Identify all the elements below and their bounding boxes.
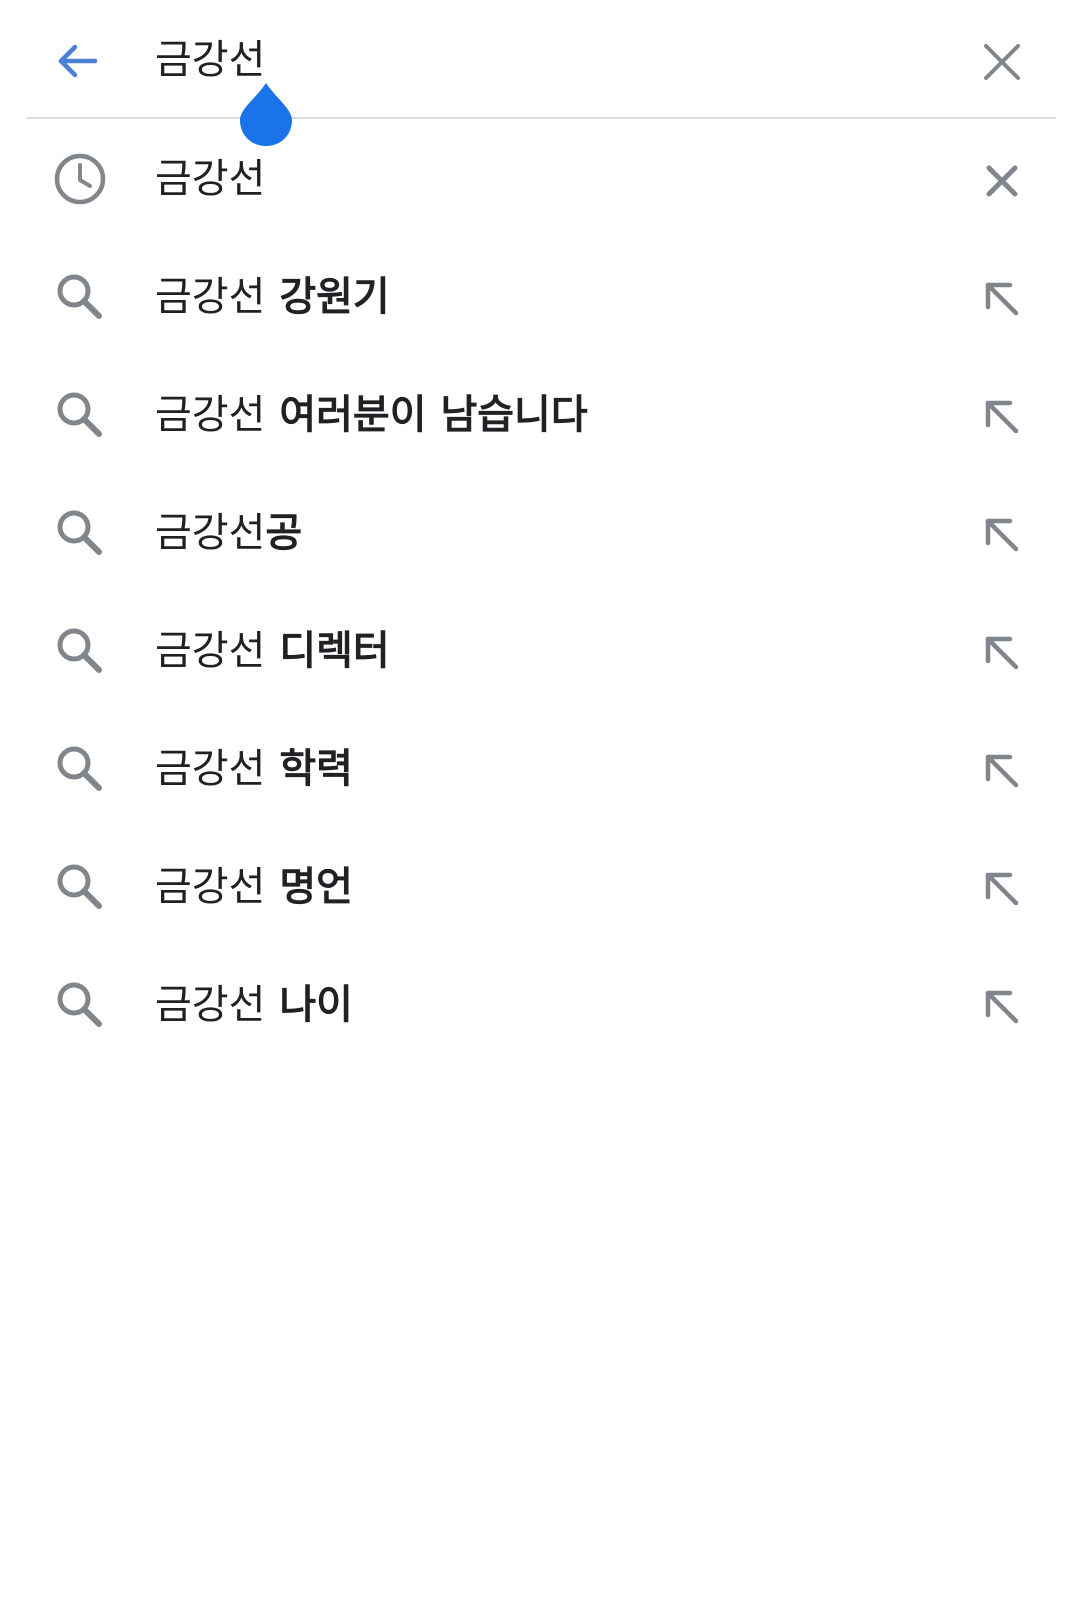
fill-query-button[interactable]	[970, 385, 1034, 449]
suggestion-list: 금강선 금강선 강원기 금강선 여러분이 남습니다 금강선공 금강선 디렉터 금강선 학력…	[0, 120, 1080, 1064]
search-input[interactable]: 금강선	[155, 30, 265, 90]
history-icon-wrap	[50, 149, 110, 209]
suggestion-completion: 명언	[265, 864, 353, 910]
search-suggestion-row[interactable]: 금강선 강원기	[0, 238, 1080, 356]
suggestion-completion: 디렉터	[265, 628, 390, 674]
suggestion-label: 금강선 강원기	[155, 267, 390, 327]
search-icon-wrap	[50, 621, 110, 681]
search-icon	[57, 392, 102, 437]
search-icon	[57, 746, 102, 791]
search-suggestion-row[interactable]: 금강선 나이	[0, 946, 1080, 1064]
search-page: 금강선 금강선 금강선 강원기 금강선 여러분이 남습니다 금강선공 금강선 디렉터 금강…	[0, 0, 1080, 1613]
arrow-up-left-icon	[985, 990, 1019, 1024]
suggestion-completion: 강원기	[265, 274, 390, 320]
fill-query-button[interactable]	[970, 267, 1034, 331]
search-suggestion-row[interactable]: 금강선공	[0, 474, 1080, 592]
search-icon-wrap	[50, 503, 110, 563]
suggestion-completion: 나이	[265, 982, 353, 1028]
search-icon-wrap	[50, 975, 110, 1035]
arrow-up-left-icon	[985, 282, 1019, 316]
suggestion-label: 금강선 명언	[155, 857, 353, 917]
header-divider	[26, 117, 1056, 119]
fill-query-button[interactable]	[970, 739, 1034, 803]
search-icon	[57, 510, 102, 555]
suggestion-prefix: 금강선	[155, 982, 266, 1028]
suggestion-completion: 여러분이 남습니다	[265, 392, 588, 438]
suggestion-completion: 공	[265, 510, 303, 556]
fill-query-button[interactable]	[970, 621, 1034, 685]
suggestion-prefix: 금강선	[155, 746, 266, 792]
search-icon-wrap	[50, 857, 110, 917]
arrow-up-left-icon	[985, 518, 1019, 552]
back-button[interactable]	[46, 30, 108, 92]
search-icon	[57, 864, 102, 909]
fill-query-button[interactable]	[970, 503, 1034, 567]
fill-query-button[interactable]	[970, 857, 1034, 921]
history-clock-icon	[54, 153, 106, 205]
search-icon-wrap	[50, 739, 110, 799]
suggestion-label: 금강선공	[155, 503, 302, 563]
search-suggestion-row[interactable]: 금강선 디렉터	[0, 592, 1080, 710]
suggestion-label: 금강선	[155, 149, 265, 209]
arrow-up-left-icon	[985, 872, 1019, 906]
suggestion-prefix: 금강선	[155, 156, 266, 202]
arrow-up-left-icon	[985, 754, 1019, 788]
suggestion-label: 금강선 나이	[155, 975, 353, 1035]
search-suggestion-row[interactable]: 금강선 여러분이 남습니다	[0, 356, 1080, 474]
arrow-back-icon	[58, 44, 98, 78]
search-header: 금강선	[0, 0, 1080, 119]
suggestion-label: 금강선 여러분이 남습니다	[155, 385, 588, 445]
arrow-up-left-icon	[985, 400, 1019, 434]
clear-search-button[interactable]	[970, 30, 1034, 94]
close-icon	[986, 165, 1018, 197]
search-icon	[57, 628, 102, 673]
suggestion-label: 금강선 학력	[155, 739, 353, 799]
search-icon-wrap	[50, 267, 110, 327]
suggestion-prefix: 금강선	[155, 274, 266, 320]
fill-query-button[interactable]	[970, 975, 1034, 1039]
remove-history-button[interactable]	[970, 149, 1034, 213]
suggestion-label: 금강선 디렉터	[155, 621, 390, 681]
search-icon	[57, 982, 102, 1027]
close-icon	[984, 44, 1020, 80]
suggestion-prefix: 금강선	[155, 864, 266, 910]
suggestion-completion: 학력	[265, 746, 353, 792]
search-icon-wrap	[50, 385, 110, 445]
search-suggestion-row[interactable]: 금강선 학력	[0, 710, 1080, 828]
search-suggestion-row[interactable]: 금강선 명언	[0, 828, 1080, 946]
suggestion-prefix: 금강선	[155, 392, 266, 438]
suggestion-prefix: 금강선	[155, 510, 266, 556]
history-suggestion-row[interactable]: 금강선	[0, 120, 1080, 238]
search-icon	[57, 274, 102, 319]
suggestion-prefix: 금강선	[155, 628, 266, 674]
arrow-up-left-icon	[985, 636, 1019, 670]
